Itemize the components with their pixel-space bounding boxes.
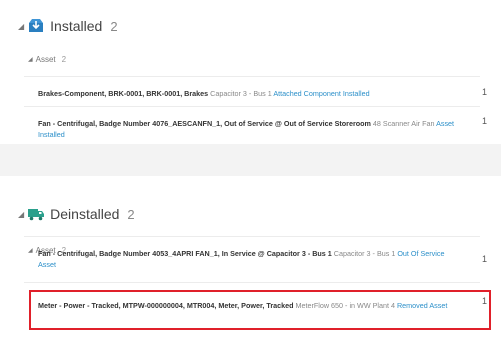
installed-title: Installed <box>50 18 103 34</box>
item-qty: 1 <box>482 87 488 97</box>
work-order-assets-page: ◢ Installed 2 ◢ Asset 2 Brakes-Component… <box>0 0 501 360</box>
divider <box>24 106 480 107</box>
asset-group-label: Asset <box>35 55 56 64</box>
triangle-down-icon[interactable]: ◢ <box>18 210 24 219</box>
list-item[interactable]: Fan - Centrifugal, Badge Number 4053_4AP… <box>38 248 458 270</box>
item-status[interactable]: Attached Component Installed <box>273 89 369 98</box>
deinstalled-section-header[interactable]: ◢ Deinstalled 2 <box>18 206 135 222</box>
list-item-highlighted[interactable]: Meter - Power - Tracked, MTPW-000000004,… <box>38 300 458 311</box>
item-title: Brakes-Component, BRK-0001, BRK-0001, Br… <box>38 89 209 98</box>
item-title: Fan - Centrifugal, Badge Number 4076_AES… <box>38 119 371 128</box>
divider <box>24 282 480 283</box>
install-box-icon <box>28 19 44 33</box>
item-status[interactable]: Removed Asset <box>397 301 447 310</box>
item-desc: MeterFlow 650 - in WW Plant 4 <box>295 301 395 310</box>
list-item[interactable]: Brakes-Component, BRK-0001, BRK-0001, Br… <box>38 88 458 99</box>
list-item[interactable]: Fan - Centrifugal, Badge Number 4076_AES… <box>38 118 458 140</box>
triangle-down-icon[interactable]: ◢ <box>28 247 33 254</box>
item-qty: 1 <box>482 254 488 264</box>
item-title: Fan - Centrifugal, Badge Number 4053_4AP… <box>38 249 332 258</box>
deinstall-truck-icon <box>28 207 45 221</box>
divider <box>24 236 480 237</box>
item-desc: 48 Scanner Air Fan <box>372 119 435 128</box>
item-desc: Capacitor 3 - Bus 1 <box>333 249 396 258</box>
item-desc: Capacitor 3 - Bus 1 <box>210 89 272 98</box>
item-qty: 1 <box>482 296 488 306</box>
installed-panel: ◢ Installed 2 ◢ Asset 2 Brakes-Component… <box>0 0 501 144</box>
asset-group-count: 2 <box>61 55 67 64</box>
triangle-down-icon[interactable]: ◢ <box>28 56 33 63</box>
item-qty: 1 <box>482 116 488 126</box>
triangle-down-icon[interactable]: ◢ <box>18 22 24 31</box>
installed-asset-group-header[interactable]: ◢ Asset 2 <box>28 55 66 64</box>
deinstalled-title: Deinstalled <box>50 206 120 222</box>
deinstalled-count: 2 <box>127 206 135 222</box>
section-gap <box>0 144 501 176</box>
installed-count: 2 <box>110 18 118 34</box>
installed-section-header[interactable]: ◢ Installed 2 <box>18 18 118 34</box>
divider <box>24 76 480 77</box>
item-title: Meter - Power - Tracked, MTPW-000000004,… <box>38 301 294 310</box>
